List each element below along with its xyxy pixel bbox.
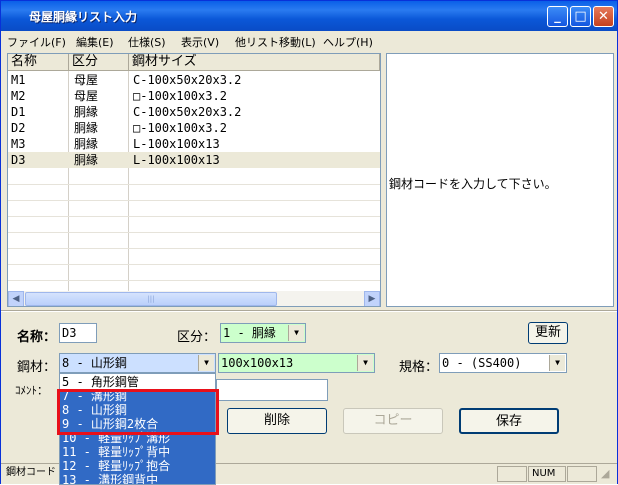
- kubun-select[interactable]: 1 - 胴縁 ▼: [220, 323, 306, 343]
- divider: [1, 310, 617, 312]
- update-button[interactable]: 更新: [528, 322, 568, 344]
- cell-name: D2: [11, 121, 26, 135]
- dropdown-option[interactable]: 13 - 溝形鋼背中: [60, 473, 215, 484]
- menu-edit[interactable]: 編集(E): [76, 34, 114, 50]
- steel-value: 8 - 山形鋼: [62, 356, 127, 370]
- row-divider: [8, 184, 380, 185]
- copy-button[interactable]: コピー: [343, 408, 443, 434]
- row-divider: [8, 216, 380, 217]
- column-header-name[interactable]: 名称: [8, 54, 69, 71]
- menu-bar: ファイル(F) 編集(E) 仕様(S) 表示(V) 他リスト移動(L) ヘルプ(…: [1, 31, 617, 51]
- menu-view[interactable]: 表示(V): [181, 34, 219, 50]
- dropdown-option[interactable]: 11 - 軽量ﾘｯﾌﾟ背中: [60, 445, 215, 459]
- cell-size: L-100x100x13: [133, 153, 220, 167]
- cell-name: M2: [11, 89, 26, 103]
- close-button[interactable]: ✕: [593, 6, 614, 27]
- cell-size: C-100x50x20x3.2: [133, 73, 242, 87]
- comment-label: ｺﾒﾝﾄ：: [15, 384, 48, 397]
- window-title: 母屋胴縁リスト入力: [29, 10, 138, 24]
- title-bar[interactable]: 母屋胴縁リスト入力 _ □ ✕: [1, 1, 617, 31]
- status-text: 鋼材コード: [6, 467, 56, 478]
- chevron-down-icon[interactable]: ▼: [198, 355, 214, 371]
- table-row[interactable]: M1 母屋 C-100x50x20x3.2: [8, 72, 380, 88]
- cell-kubun: 母屋: [74, 73, 99, 87]
- name-label: 名称：: [17, 330, 57, 345]
- chevron-down-icon[interactable]: ▼: [357, 355, 373, 371]
- save-button[interactable]: 保存: [459, 408, 559, 434]
- table-row[interactable]: D1 胴縁 C-100x50x20x3.2: [8, 104, 380, 120]
- chevron-down-icon[interactable]: ▼: [549, 355, 565, 371]
- menu-other-list[interactable]: 他リスト移動(L): [235, 34, 316, 50]
- message-panel: 鋼材コードを入力して下さい。: [386, 53, 614, 307]
- steel-list[interactable]: 名称 区分 鋼材サイズ M1 母屋 C-100x50x20x3.2 M2 母屋 …: [7, 53, 381, 307]
- table-row[interactable]: M3 胴縁 L-100x100x13: [8, 136, 380, 152]
- scroll-right-icon[interactable]: ▶: [364, 291, 380, 306]
- chevron-down-icon[interactable]: ▼: [288, 325, 304, 341]
- horizontal-scrollbar[interactable]: ◀ ||| ▶: [8, 291, 380, 306]
- steel-select[interactable]: 8 - 山形鋼 ▼: [59, 353, 216, 373]
- name-input[interactable]: D3: [59, 323, 97, 343]
- column-header-size[interactable]: 鋼材サイズ: [129, 54, 380, 71]
- row-divider: [8, 200, 380, 201]
- row-divider: [8, 264, 380, 265]
- cell-kubun: 胴縁: [74, 153, 99, 167]
- cell-size: □-100x100x3.2: [133, 121, 227, 135]
- kubun-label: 区分：: [177, 330, 217, 345]
- steel-label: 鋼材：: [17, 360, 57, 375]
- cell-kubun: 胴縁: [74, 121, 99, 135]
- scroll-left-icon[interactable]: ◀: [8, 291, 24, 306]
- spec-value: 0 - (SS400): [442, 356, 522, 370]
- delete-button[interactable]: 削除: [227, 408, 327, 434]
- kubun-value: 1 - 胴縁: [223, 326, 276, 340]
- spec-select[interactable]: 0 - (SS400) ▼: [439, 353, 567, 373]
- window: 母屋胴縁リスト入力 _ □ ✕ ファイル(F) 編集(E) 仕様(S) 表示(V…: [0, 0, 618, 485]
- table-row[interactable]: D2 胴縁 □-100x100x3.2: [8, 120, 380, 136]
- menu-help[interactable]: ヘルプ(H): [323, 34, 373, 50]
- cell-name: M3: [11, 137, 26, 151]
- cell-name: D3: [11, 153, 26, 167]
- message-text: 鋼材コードを入力して下さい。: [389, 177, 557, 191]
- cell-size: □-100x100x3.2: [133, 89, 227, 103]
- size-value: 100x100x13: [221, 356, 294, 370]
- minimize-button[interactable]: _: [547, 6, 568, 27]
- cell-kubun: 母屋: [74, 89, 99, 103]
- row-divider: [8, 232, 380, 233]
- status-pane-empty: [497, 466, 527, 482]
- maximize-button[interactable]: □: [570, 6, 591, 27]
- column-header-kubun[interactable]: 区分: [69, 54, 129, 71]
- row-divider: [8, 248, 380, 249]
- cell-size: L-100x100x13: [133, 137, 220, 151]
- dropdown-option[interactable]: 12 - 軽量ﾘｯﾌﾟ抱合: [60, 459, 215, 473]
- status-pane-empty: [567, 466, 597, 482]
- comment-input[interactable]: [216, 379, 328, 401]
- size-select[interactable]: 100x100x13 ▼: [218, 353, 375, 373]
- scroll-thumb[interactable]: |||: [25, 292, 277, 306]
- table-row[interactable]: M2 母屋 □-100x100x3.2: [8, 88, 380, 104]
- status-num: NUM: [528, 466, 566, 482]
- spec-label: 規格：: [399, 360, 439, 375]
- cell-name: D1: [11, 105, 26, 119]
- row-divider: [8, 280, 380, 281]
- dropdown-option[interactable]: 5 - 角形鋼管: [60, 375, 215, 389]
- cell-size: C-100x50x20x3.2: [133, 105, 242, 119]
- cell-kubun: 胴縁: [74, 137, 99, 151]
- table-row-selected[interactable]: D3 胴縁 L-100x100x13: [8, 152, 380, 168]
- menu-spec[interactable]: 仕様(S): [128, 34, 166, 50]
- cell-kubun: 胴縁: [74, 105, 99, 119]
- resize-grip-icon[interactable]: ◢: [601, 467, 609, 480]
- annotation-highlight-frame: [57, 389, 219, 435]
- cell-name: M1: [11, 73, 26, 87]
- menu-file[interactable]: ファイル(F): [7, 34, 66, 50]
